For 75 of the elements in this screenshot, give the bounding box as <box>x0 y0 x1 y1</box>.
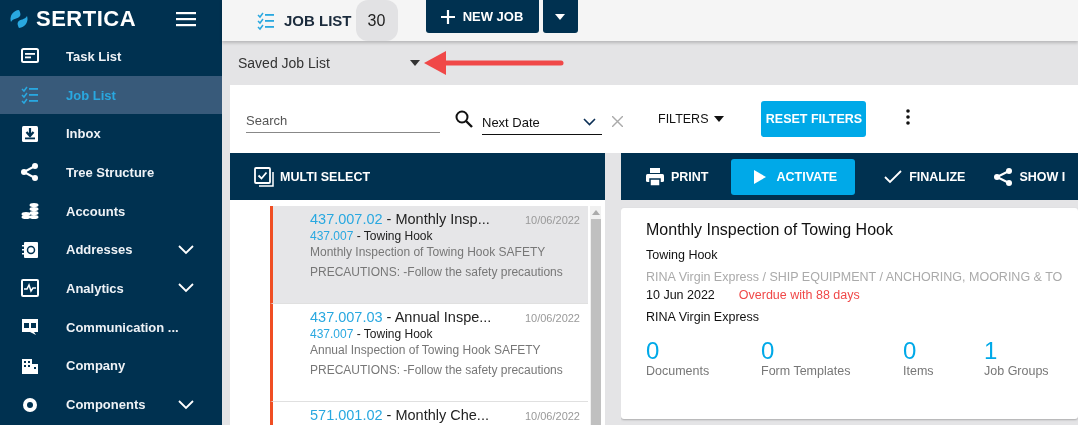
share-nodes-icon <box>20 162 40 183</box>
inbox-icon <box>20 123 40 144</box>
nav-item[interactable]: Communication ... <box>0 307 222 347</box>
stat-value: 0 <box>646 338 661 364</box>
job-title: 571.001.02 - Monthly Che... <box>310 407 489 423</box>
job-description: Annual Inspection of Towing Hook SAFETY PRECAUTIONS: -Follow the safety precautions <box>310 342 564 379</box>
job-title: 437.007.02 - Monthly Insp... <box>310 211 490 227</box>
stat-label: Form Templates <box>761 364 852 378</box>
menu-button[interactable] <box>176 10 196 27</box>
checklist-icon <box>256 10 276 31</box>
more-button[interactable] <box>906 109 911 125</box>
job-date: 10/06/2022 <box>524 214 580 226</box>
location-path: RINA Virgin Express / SHIP EQUIPMENT / ANCHORING, MOORING & TO <box>646 270 1064 284</box>
plus-icon <box>440 9 455 24</box>
chevron-down-icon <box>178 399 194 410</box>
checklist-icon <box>20 85 40 106</box>
menu-icon <box>176 10 196 27</box>
job-card[interactable]: 437.007.02 - Monthly Insp... 10/06/2022 437.007 - Towing Hook Monthly Inspection of Towing Hook SAFETY PRECAUTIONS: -Follow the safety precautions <box>270 206 588 304</box>
brand-name: SERTICA <box>36 5 137 32</box>
play-icon <box>752 168 767 185</box>
filters-button[interactable]: FILTERS <box>658 112 725 126</box>
stat-label: Documents <box>646 364 711 378</box>
sort-dropdown[interactable]: Next Date <box>482 109 602 135</box>
coins-icon <box>20 201 40 222</box>
caret-down-icon <box>410 60 420 66</box>
stat-label: Job Groups <box>984 364 1049 378</box>
job-card[interactable]: 437.007.03 - Annual Inspe... 10/06/2022 437.007 - Towing Hook Annual Inspection of Towing Hook SAFETY PRECAUTIONS: -Follow the safety precautions <box>270 304 588 402</box>
component-name: Towing Hook <box>646 248 719 262</box>
due-date: 10 Jun 2022 <box>646 288 715 302</box>
nav-item[interactable]: Inbox <box>0 114 222 154</box>
toolbar-button[interactable]: FINALIZE <box>883 158 966 195</box>
job-component: 437.007 - Towing Hook <box>310 229 434 243</box>
chevron-down-icon <box>178 244 194 255</box>
dropdown-button[interactable] <box>542 0 578 33</box>
nav-item[interactable]: Analytics <box>0 269 222 308</box>
chevron-down-icon <box>583 118 596 126</box>
printer-icon <box>645 166 665 187</box>
scroll-up-icon <box>591 210 600 215</box>
nav-item[interactable]: Accounts <box>0 191 222 231</box>
count-badge: 30 <box>355 0 398 41</box>
stat-value: 0 <box>761 338 776 364</box>
job-component: 437.007 - Towing Hook <box>310 327 434 341</box>
stat-value: 1 <box>984 338 999 364</box>
job-title: 437.007.03 - Annual Inspe... <box>310 309 492 325</box>
toolbar-button[interactable]: PRINT <box>645 158 709 195</box>
stat-value: 0 <box>903 338 918 364</box>
vessel-name: RINA Virgin Express <box>646 310 760 324</box>
chevron-down-icon <box>178 283 194 294</box>
share-nodes-icon <box>993 166 1014 187</box>
more-vertical-icon <box>906 109 911 125</box>
job-date: 10/06/2022 <box>524 410 580 422</box>
stat-label: Items <box>903 364 935 378</box>
job-date: 10/06/2022 <box>524 312 580 324</box>
detail-title: Monthly Inspection of Towing Hook <box>646 221 894 239</box>
multi-select-button[interactable]: MULTI SELECT <box>230 158 371 195</box>
close-icon <box>612 115 623 127</box>
address-book-icon <box>20 239 40 260</box>
overdue-status: Overdue with 88 days <box>738 288 860 302</box>
caret-down-icon <box>555 13 565 20</box>
multi-select-icon <box>254 166 274 187</box>
job-description: Monthly Inspection of Towing Hook SAFETY PRECAUTIONS: -Follow the safety precautions <box>310 244 564 281</box>
toolbar-button[interactable]: SHOW I <box>993 158 1066 195</box>
nav-item[interactable]: Components <box>0 385 222 424</box>
caret-down-icon <box>714 116 725 122</box>
page-title: JOB LIST <box>284 12 352 29</box>
pulse-icon <box>20 278 40 299</box>
nav-item[interactable]: Tree Structure <box>0 153 222 192</box>
nav-item[interactable]: Task List <box>0 37 222 76</box>
new-job-button[interactable]: NEW JOB <box>425 0 539 33</box>
chat-text-icon <box>20 317 40 338</box>
swirl-logo-icon <box>8 7 30 30</box>
search-icon <box>455 110 473 128</box>
nav-item[interactable]: Addresses <box>0 230 222 270</box>
saved-list-dropdown[interactable]: Saved Job List <box>238 55 420 71</box>
nav-item[interactable]: Company <box>0 346 222 386</box>
